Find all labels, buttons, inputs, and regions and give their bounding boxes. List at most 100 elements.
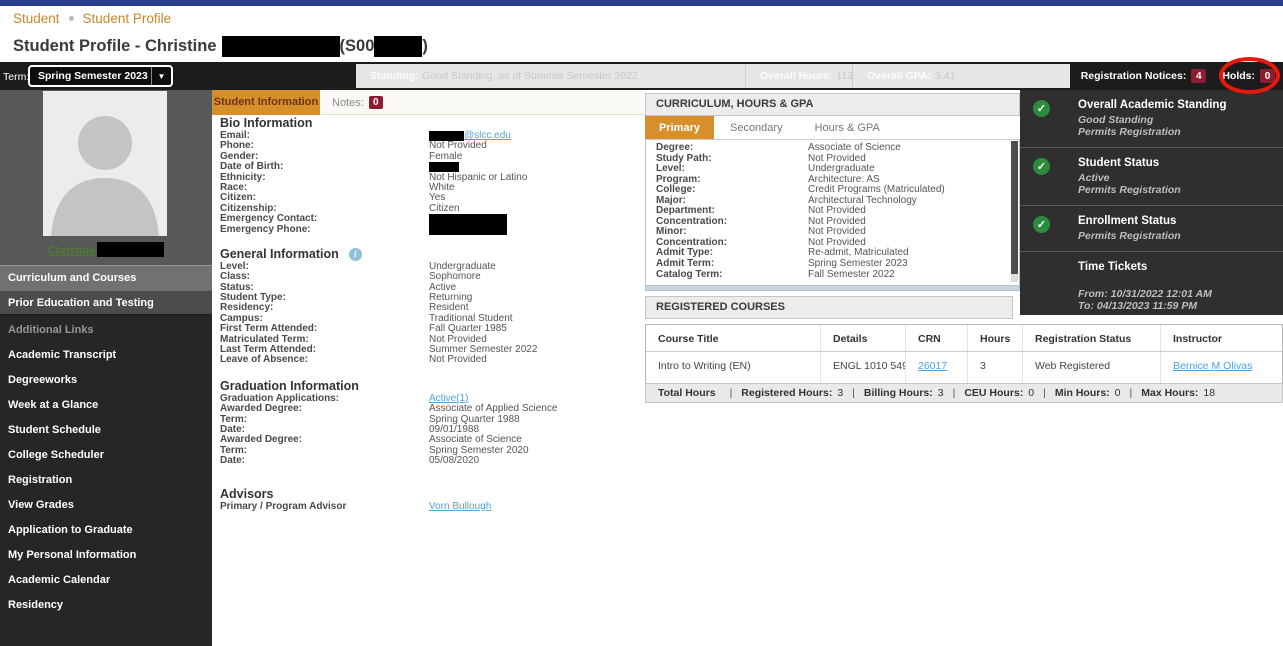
crn-link[interactable]: 26017: [918, 360, 947, 372]
course-details-cell: ENGL 1010 549: [821, 352, 906, 383]
horizontal-scrollbar[interactable]: [645, 286, 1020, 291]
totals-label: CEU Hours:: [964, 387, 1023, 399]
breadcrumb-student[interactable]: Student: [13, 11, 60, 26]
totals-segment: Registered Hours:3: [721, 387, 844, 399]
info-row-label: Admit Term:: [646, 259, 808, 270]
sidebar-nav-item[interactable]: View Grades: [0, 493, 212, 518]
sidebar-nav-item[interactable]: Academic Transcript: [0, 343, 212, 368]
page-title: Student Profile - Christine (S00 ): [0, 31, 1283, 62]
status-section-title: Time Tickets: [1078, 261, 1275, 274]
sidebar-nav-item-label: Curriculum and Courses: [8, 272, 136, 284]
sidebar-nav-item[interactable]: Week at a Glance: [0, 393, 212, 418]
sidebar-nav-item-label: Prior Education and Testing: [8, 297, 154, 309]
curriculum-tab[interactable]: Hours & GPA: [799, 116, 896, 139]
info-row-label: Awarded Degree:: [220, 435, 429, 445]
status-line-1: From: 10/31/2022 12:01 AM: [1078, 288, 1275, 300]
bio-information-heading: Bio Information: [220, 117, 644, 130]
status-section: ✓ Student Status Active Permits Registra…: [1020, 148, 1283, 206]
sidebar-nav-item-label: Additional Links: [8, 324, 94, 336]
status-panel: ✓ Overall Academic Standing Good Standin…: [1020, 90, 1283, 315]
student-photo-placeholder: [43, 91, 167, 236]
status-section: ✓ Overall Academic Standing Good Standin…: [1020, 90, 1283, 148]
sidebar-nav-item[interactable]: Curriculum and Courses: [0, 265, 212, 290]
registration-notices[interactable]: Registration Notices: 4: [1081, 69, 1207, 83]
advisors-heading: Advisors: [220, 488, 644, 501]
sidebar-nav-item[interactable]: Residency: [0, 593, 212, 618]
sidebar-nav-item[interactable]: Academic Calendar: [0, 568, 212, 593]
totals-label: Max Hours:: [1141, 387, 1198, 399]
sidebar-nav-item[interactable]: College Scheduler: [0, 443, 212, 468]
info-row-value: FemaleFemale: [429, 152, 462, 162]
sidebar-nav-item-label: My Personal Information: [8, 549, 136, 561]
info-row: Date: 05/08/202005/08/2020: [220, 456, 644, 466]
info-icon[interactable]: i: [349, 248, 362, 261]
col-instructor: Instructor: [1161, 325, 1282, 351]
tab-notes[interactable]: Notes: 0: [332, 90, 383, 115]
curriculum-rows: Degree: Associate of ScienceAssociate of…: [646, 143, 1019, 280]
overall-gpa-label: Overall GPA:: [867, 70, 931, 82]
info-row-value: Vorn BulloughVorn Bullough: [429, 502, 491, 512]
overall-hours-segment: Overall Hours: 113.69: [745, 64, 852, 88]
curriculum-tab[interactable]: Primary: [645, 116, 714, 139]
bio-information-rows: Email: @slcc.edu@slcc.edu Phone: Not Pro…: [220, 131, 644, 235]
status-line-1: Permits Registration: [1078, 230, 1275, 242]
sidebar-nav-item-label: Residency: [8, 599, 63, 611]
courses-table-header-row: Course Title Details CRN Hours Registrat…: [646, 325, 1282, 352]
check-icon: ✓: [1033, 100, 1050, 117]
status-line-2: Permits Registration: [1078, 126, 1275, 138]
status-line-1: Active: [1078, 172, 1275, 184]
student-info-column: Bio Information Email: @slcc.edu@slcc.ed…: [220, 117, 644, 512]
term-label: Term:: [3, 71, 29, 83]
col-registration-status: Registration Status: [1023, 325, 1161, 351]
advisor-link[interactable]: Vorn Bullough: [429, 501, 491, 512]
sidebar-nav-item[interactable]: Student Schedule: [0, 418, 212, 443]
info-row: Gender: FemaleFemale: [220, 152, 644, 162]
term-select-value: Spring Semester 2023: [30, 70, 151, 82]
notes-badge: 0: [369, 96, 383, 109]
term-select[interactable]: Spring Semester 2023 ▼: [28, 65, 173, 87]
value-link[interactable]: @slcc.edu: [464, 130, 511, 141]
hours-totals-bar: Total Hours Registered Hours:3 Billing H…: [645, 383, 1283, 403]
info-row-label: Term:: [220, 446, 429, 456]
registered-courses-table: Course Title Details CRN Hours Registrat…: [645, 324, 1283, 384]
totals-segment: Billing Hours:3: [843, 387, 943, 399]
col-details: Details: [821, 325, 906, 351]
totals-segment: Min Hours:0: [1034, 387, 1120, 399]
notice-area: Registration Notices: 4 Holds: 0: [1081, 62, 1275, 90]
person-silhouette-icon: [43, 91, 167, 236]
breadcrumb-separator-icon: [69, 16, 74, 21]
tab-student-information[interactable]: Student Information: [212, 90, 320, 115]
status-section-title: Enrollment Status: [1078, 215, 1275, 228]
redacted-value: [429, 214, 507, 235]
scrollbar-thumb[interactable]: [1011, 141, 1018, 274]
redacted-student-id: [374, 36, 422, 57]
info-row-value: Fall Semester 2022Fall Semester 2022: [808, 270, 895, 281]
course-crn-cell: 26017: [906, 352, 968, 383]
sidebar-nav-item[interactable]: My Personal Information: [0, 543, 212, 568]
breadcrumb-student-profile[interactable]: Student Profile: [83, 11, 172, 26]
sidebar-nav-item-label: College Scheduler: [8, 449, 104, 461]
sidebar-nav-item[interactable]: Application to Graduate: [0, 518, 212, 543]
student-name-row: Christine: [0, 241, 212, 259]
curriculum-tab-label: Secondary: [730, 122, 783, 134]
info-row-label: Primary / Program Advisor: [220, 502, 429, 512]
course-row: Intro to Writing (EN) ENGL 1010 549 2601…: [646, 352, 1282, 383]
curriculum-tab[interactable]: Secondary: [714, 116, 799, 139]
holds-badge: 0: [1260, 69, 1275, 83]
status-section: ✓ Enrollment Status Permits Registration: [1020, 206, 1283, 252]
sidebar-nav-item[interactable]: Additional Links: [0, 315, 212, 343]
sidebar-nav-item[interactable]: Registration: [0, 468, 212, 493]
instructor-link[interactable]: Bernice M Olivas: [1173, 360, 1252, 372]
value-link[interactable]: Active(1): [429, 393, 468, 404]
sidebar-nav-item[interactable]: Prior Education and Testing: [0, 290, 212, 315]
sidebar-nav-item[interactable]: Degreeworks: [0, 368, 212, 393]
status-section-title: Overall Academic Standing: [1078, 99, 1275, 112]
advisors-rows: Primary / Program Advisor Vorn BulloughV…: [220, 502, 644, 512]
student-name-link[interactable]: Christine: [48, 245, 96, 257]
holds[interactable]: Holds: 0: [1222, 69, 1275, 83]
sidebar-nav-item-label: Academic Calendar: [8, 574, 110, 586]
chevron-down-icon[interactable]: ▼: [151, 67, 171, 85]
sidebar-nav-item-label: Academic Transcript: [8, 349, 116, 361]
info-row: Catalog Term: Fall Semester 2022Fall Sem…: [646, 270, 1019, 281]
info-row-label: Leave of Absence:: [220, 355, 429, 365]
